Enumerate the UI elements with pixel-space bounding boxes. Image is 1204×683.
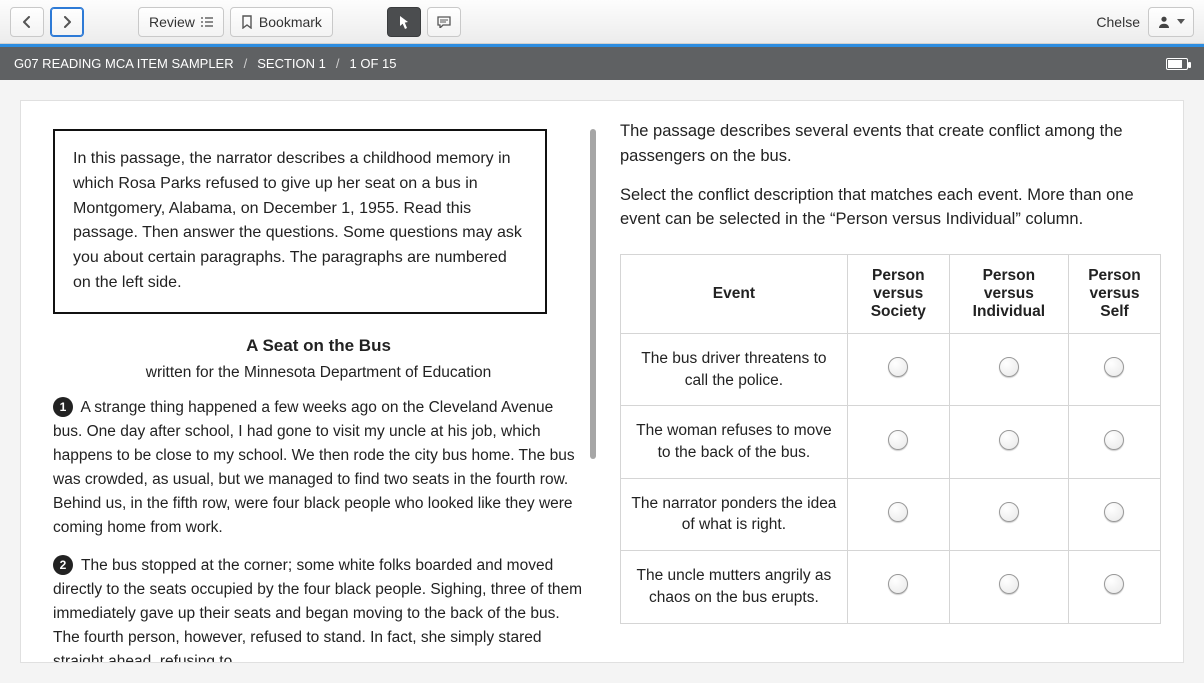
radio-option[interactable] (888, 502, 908, 522)
username-label: Chelse (1096, 14, 1140, 30)
scrollbar[interactable] (590, 129, 596, 459)
radio-option[interactable] (1104, 574, 1124, 594)
section-bar: G07 READING MCA ITEM SAMPLER / SECTION 1… (0, 44, 1204, 80)
radio-option[interactable] (999, 430, 1019, 450)
user-menu-button[interactable] (1148, 7, 1194, 37)
table-row: The bus driver threatens to call the pol… (621, 334, 1161, 406)
passage-title: A Seat on the Bus (53, 336, 584, 356)
radio-option[interactable] (888, 430, 908, 450)
nav-forward-button[interactable] (50, 7, 84, 37)
radio-option[interactable] (888, 357, 908, 377)
note-icon (437, 16, 451, 28)
answer-grid: Event Person versus Society Person versu… (620, 254, 1161, 624)
arrow-left-icon (21, 16, 33, 28)
passage-intro-text: In this passage, the narrator describes … (73, 150, 522, 291)
event-cell: The uncle mutters angrily as chaos on th… (621, 551, 848, 623)
passage-panel: In this passage, the narrator describes … (21, 101, 602, 662)
bookmark-label: Bookmark (259, 14, 322, 30)
table-row: The uncle mutters angrily as chaos on th… (621, 551, 1161, 623)
radio-option[interactable] (1104, 430, 1124, 450)
passage-intro-box: In this passage, the narrator describes … (53, 129, 547, 314)
col-society-header: Person versus Society (847, 255, 949, 334)
col-self-header: Person versus Self (1068, 255, 1160, 334)
radio-option[interactable] (999, 574, 1019, 594)
content-area: In this passage, the narrator describes … (0, 80, 1204, 683)
table-row: The narrator ponders the idea of what is… (621, 478, 1161, 550)
position-label: 1 OF 15 (349, 56, 396, 71)
user-icon (1157, 15, 1171, 29)
paragraph-1-text: A strange thing happened a few weeks ago… (53, 399, 575, 536)
arrow-right-icon (61, 16, 73, 28)
caret-down-icon (1177, 19, 1185, 25)
breadcrumb-separator: / (336, 56, 340, 71)
event-cell: The narrator ponders the idea of what is… (621, 478, 848, 550)
event-cell: The woman refuses to move to the back of… (621, 406, 848, 478)
radio-option[interactable] (888, 574, 908, 594)
event-cell: The bus driver threatens to call the pol… (621, 334, 848, 406)
pointer-icon (398, 15, 410, 29)
list-icon (201, 17, 213, 27)
paragraph-2: 2 The bus stopped at the corner; some wh… (53, 554, 584, 662)
review-label: Review (149, 14, 195, 30)
test-name-label: G07 READING MCA ITEM SAMPLER (14, 56, 234, 71)
paragraph-1: 1 A strange thing happened a few weeks a… (53, 396, 584, 540)
table-row: The woman refuses to move to the back of… (621, 406, 1161, 478)
bookmark-icon (241, 15, 253, 29)
section-label: SECTION 1 (257, 56, 326, 71)
question-instruction: Select the conflict description that mat… (620, 183, 1161, 233)
col-individual-header: Person versus Individual (949, 255, 1068, 334)
paragraph-2-text: The bus stopped at the corner; some whit… (53, 557, 582, 662)
bookmark-button[interactable]: Bookmark (230, 7, 333, 37)
breadcrumb-separator: / (244, 56, 248, 71)
radio-option[interactable] (1104, 357, 1124, 377)
passage-subtitle: written for the Minnesota Department of … (53, 364, 584, 382)
question-stem: The passage describes several events tha… (620, 119, 1161, 169)
battery-icon (1166, 58, 1188, 70)
review-button[interactable]: Review (138, 7, 224, 37)
pointer-tool-button[interactable] (387, 7, 421, 37)
radio-option[interactable] (999, 357, 1019, 377)
paragraph-number: 1 (53, 397, 73, 417)
col-event-header: Event (621, 255, 848, 334)
nav-back-button[interactable] (10, 7, 44, 37)
radio-option[interactable] (1104, 502, 1124, 522)
paragraph-number: 2 (53, 555, 73, 575)
radio-option[interactable] (999, 502, 1019, 522)
question-panel: The passage describes several events tha… (602, 101, 1183, 662)
top-toolbar: Review Bookmark Chelse (0, 0, 1204, 44)
note-tool-button[interactable] (427, 7, 461, 37)
